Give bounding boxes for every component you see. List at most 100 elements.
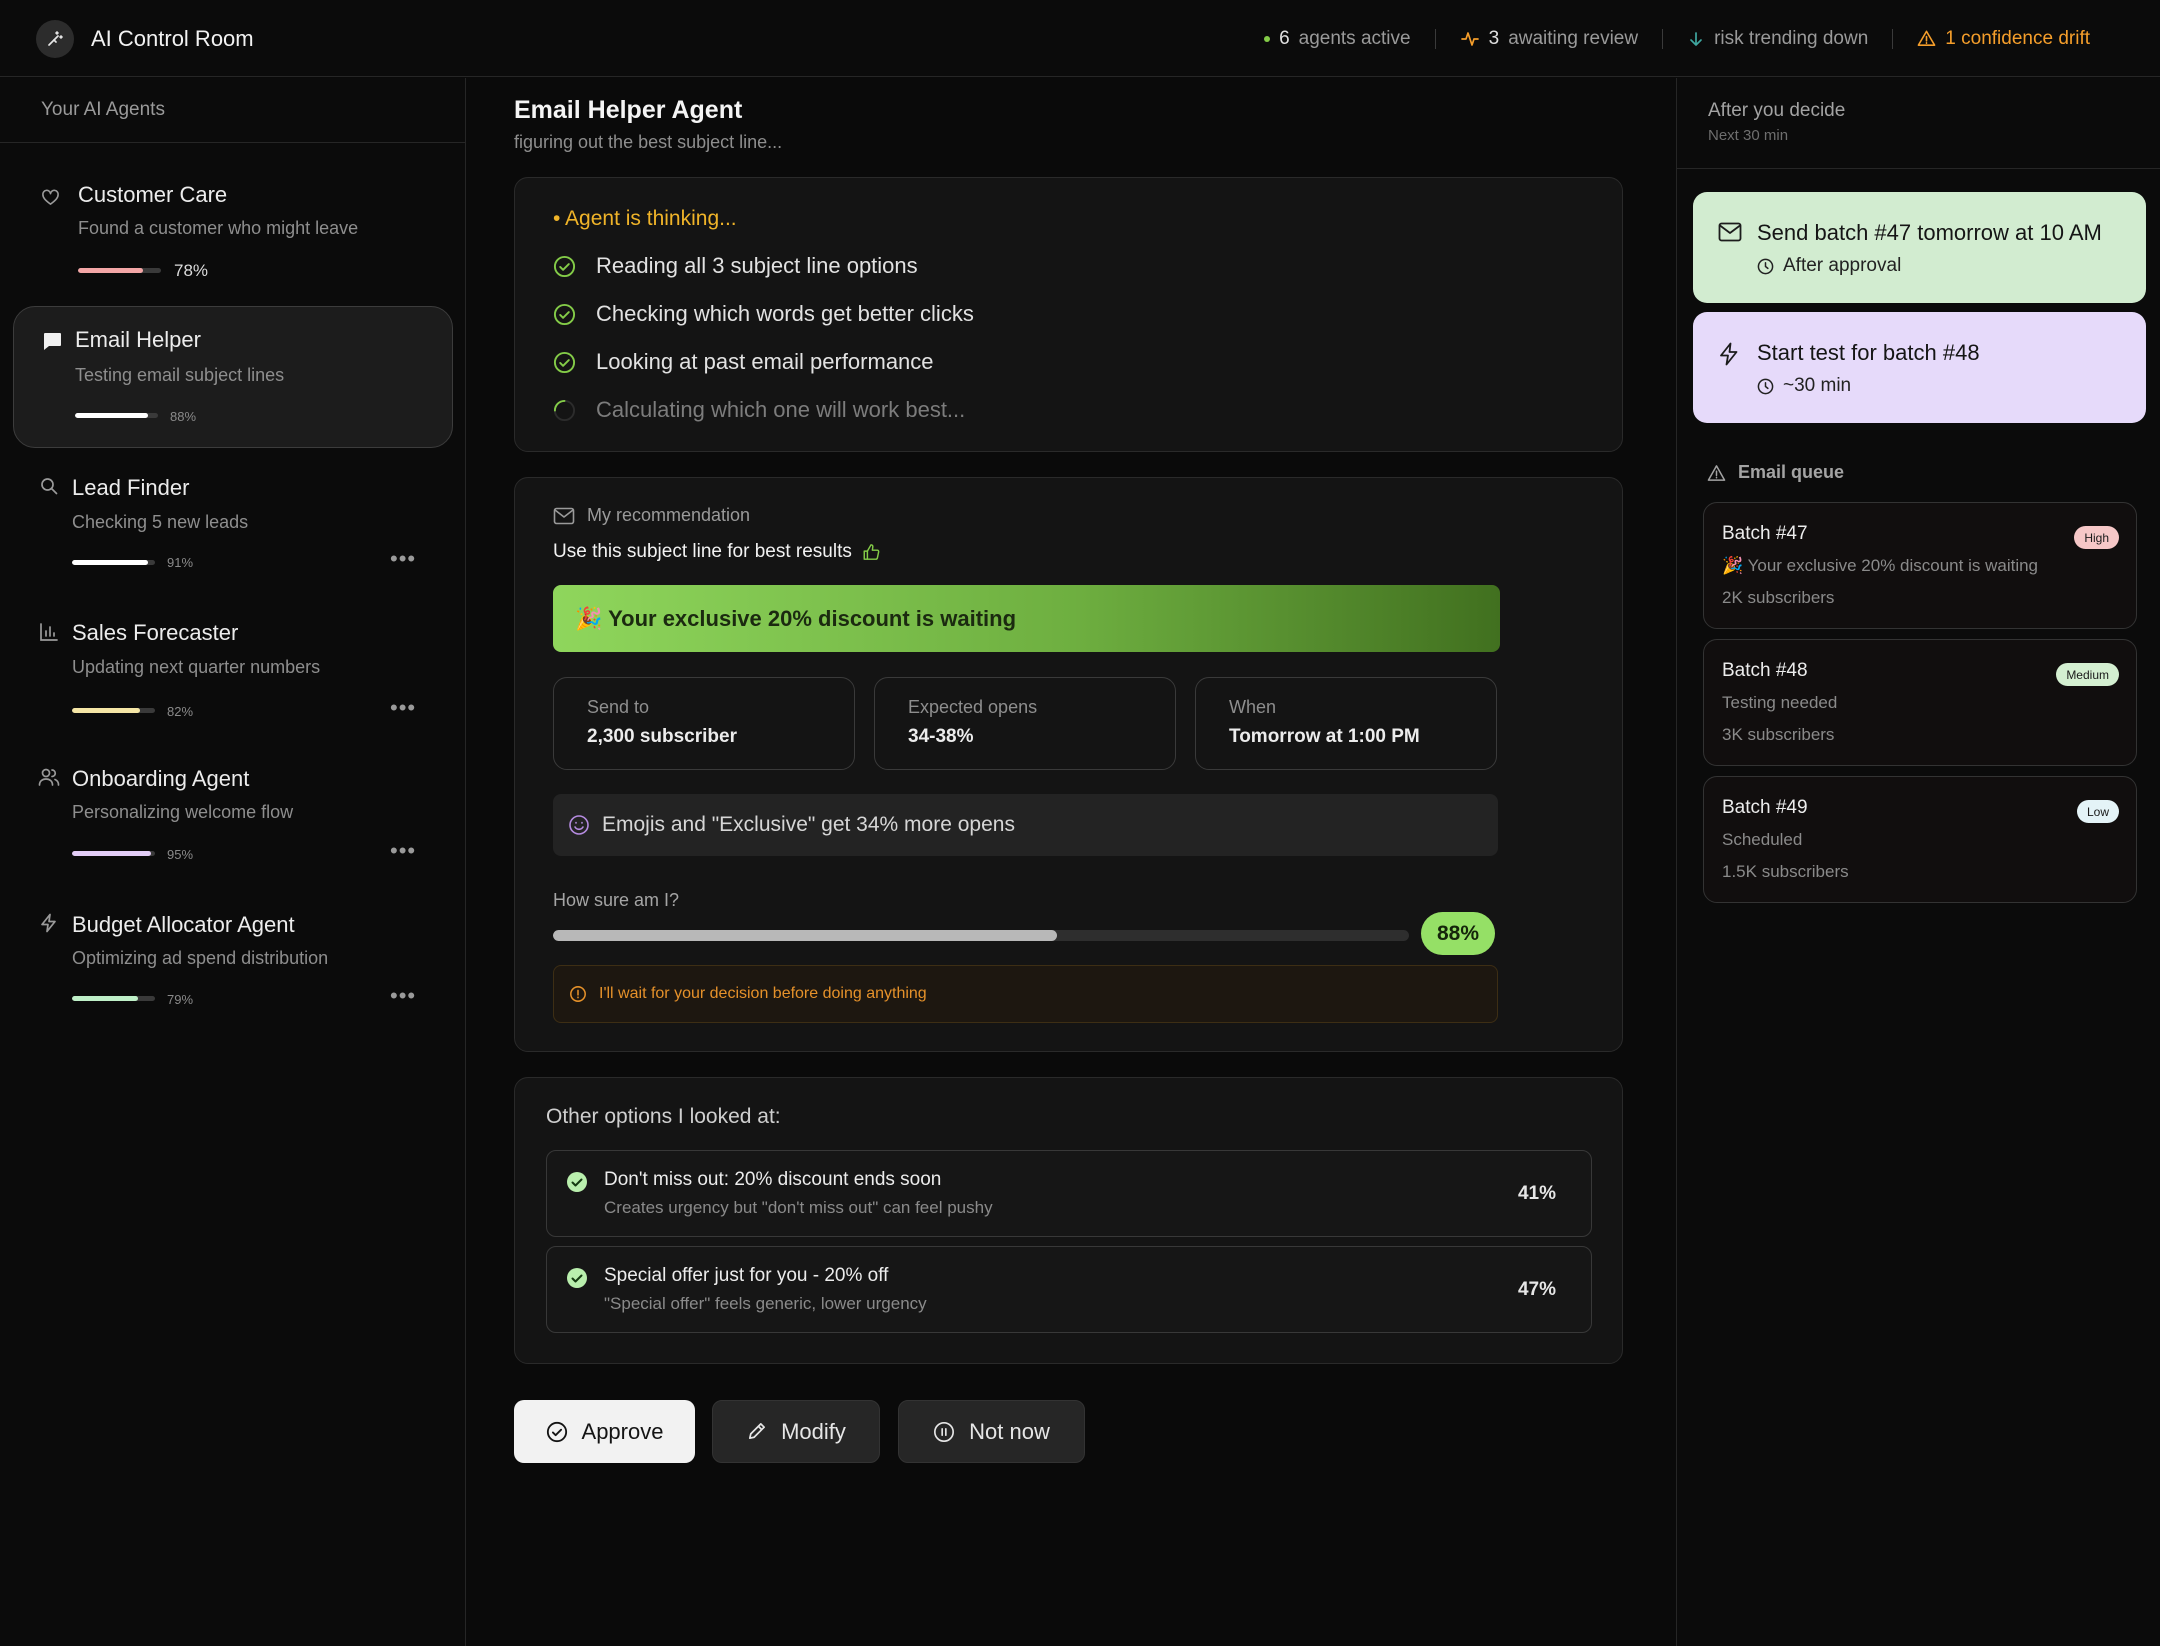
agent-status: Personalizing welcome flow — [72, 802, 294, 822]
thumbs-up-icon — [862, 543, 880, 561]
recommendation-heading-text: Use this subject line for best results — [553, 541, 852, 562]
batch-subscribers: 1.5K subscribers — [1722, 862, 1849, 881]
thinking-panel: • Agent is thinking... Reading all 3 sub… — [514, 177, 1623, 452]
recommendation-label-text: My recommendation — [587, 505, 751, 525]
queue-item[interactable]: Batch #48 Medium Testing needed 3K subsc… — [1703, 639, 2137, 766]
stat-confidence-drift[interactable]: 1 confidence drift — [1917, 28, 2090, 50]
agent-progress-fill — [72, 996, 138, 1001]
thinking-step: Looking at past email performance — [553, 349, 934, 375]
users-icon — [38, 767, 60, 787]
send-to-card: Send to 2,300 subscriber — [553, 677, 855, 770]
option-score: 47% — [1517, 1279, 1556, 1300]
not-now-button[interactable]: Not now — [898, 1400, 1085, 1463]
queue-item[interactable]: Batch #47 High 🎉 Your exclusive 20% disc… — [1703, 502, 2137, 629]
confidence-bar-fill — [553, 930, 1057, 941]
recommendation-panel: My recommendation Use this subject line … — [514, 477, 1623, 1052]
recommendation-label: My recommendation — [553, 505, 750, 526]
thinking-step-text: Checking which words get better clicks — [596, 301, 974, 326]
action-meta: After approval — [1757, 255, 1901, 277]
agent-progress-fill — [75, 413, 149, 418]
bolt-icon — [1718, 342, 1740, 366]
clock-icon — [1757, 258, 1774, 275]
mail-icon — [1718, 222, 1742, 242]
thinking-step: Checking which words get better clicks — [553, 301, 974, 327]
app-logo[interactable] — [36, 20, 74, 58]
agents-active-label: agents active — [1298, 27, 1411, 49]
agent-progress-fill — [72, 708, 141, 713]
queue-item[interactable]: Batch #49 Low Scheduled 1.5K subscribers — [1703, 776, 2137, 903]
scheduled-action-test[interactable]: Start test for batch #48 ~30 min — [1693, 312, 2146, 423]
bar-chart-icon — [39, 622, 59, 642]
status-summary: 6 agents active 3 awaiting review risk t… — [1264, 0, 2090, 77]
scheduled-action-send[interactable]: Send batch #47 tomorrow at 10 AM After a… — [1693, 192, 2146, 303]
agent-progress-fill — [72, 560, 148, 565]
agent-name: Customer Care — [78, 182, 228, 207]
modify-button[interactable]: Modify — [712, 1400, 880, 1463]
agent-status: Checking 5 new leads — [72, 512, 249, 532]
search-icon — [39, 476, 59, 496]
agent-progress-percent: 79% — [167, 992, 194, 1007]
option-title: Don't miss out: 20% discount ends soon — [604, 1169, 942, 1190]
confidence-label: How sure am I? — [553, 890, 680, 910]
send-to-label: Send to — [587, 697, 650, 717]
email-queue-heading: Email queue — [1707, 462, 1844, 483]
more-options-icon[interactable]: ••• — [390, 548, 416, 570]
expected-opens-label: Expected opens — [908, 697, 1038, 717]
alternative-option[interactable]: Special offer just for you - 20% off "Sp… — [546, 1246, 1592, 1333]
option-score: 41% — [1517, 1183, 1556, 1204]
approve-button[interactable]: Approve — [514, 1400, 695, 1463]
agent-status: Found a customer who might leave — [78, 218, 359, 238]
stat-awaiting-review[interactable]: 3 awaiting review — [1460, 28, 1638, 50]
mail-icon — [553, 507, 575, 525]
agents-active-count: 6 — [1279, 27, 1290, 49]
clock-icon — [1757, 378, 1774, 395]
batch-name: Batch #48 — [1722, 660, 1808, 681]
agent-progress-percent: 91% — [167, 555, 194, 570]
sidebar-item-onboarding-agent[interactable] — [13, 750, 453, 850]
page-title: Email Helper Agent — [514, 96, 743, 124]
thinking-step: Reading all 3 subject line options — [553, 253, 918, 279]
sidebar-item-sales-forecaster[interactable] — [13, 604, 453, 704]
modify-label: Modify — [781, 1418, 846, 1444]
action-meta-text: ~30 min — [1783, 375, 1852, 396]
bolt-icon — [39, 913, 59, 933]
pause-circle-icon — [933, 1421, 955, 1443]
warning-triangle-icon — [1707, 464, 1726, 482]
option-title: Special offer just for you - 20% off — [604, 1265, 889, 1286]
wait-notice-text: I'll wait for your decision before doing… — [599, 985, 927, 1002]
sidebar-item-budget-allocator[interactable] — [13, 896, 453, 996]
priority-badge: Low — [2076, 800, 2119, 823]
stat-risk-trend[interactable]: risk trending down — [1687, 28, 1868, 50]
divider — [1434, 28, 1436, 49]
top-bar: AI Control Room 6 agents active 3 awaiti… — [0, 0, 2160, 77]
awaiting-review-count: 3 — [1488, 27, 1500, 49]
other-options-title: Other options I looked at: — [546, 1105, 781, 1128]
arrow-down-icon — [1687, 30, 1705, 48]
app-title: AI Control Room — [91, 26, 254, 51]
recommended-subject-line[interactable]: 🎉 Your exclusive 20% discount is waiting — [553, 585, 1500, 652]
agent-status: Testing email subject lines — [75, 365, 285, 385]
confidence-drift-label: 1 confidence drift — [1945, 27, 2090, 49]
divider — [1892, 28, 1894, 49]
alternative-option[interactable]: Don't miss out: 20% discount ends soon C… — [546, 1150, 1592, 1237]
more-options-icon[interactable]: ••• — [390, 697, 416, 719]
batch-subject: 🎉 Your exclusive 20% discount is waiting — [1722, 556, 2039, 575]
agent-progress-percent: 95% — [167, 847, 194, 862]
check-circle-icon — [553, 255, 576, 278]
loading-spinner-icon — [553, 399, 576, 422]
chat-bubble-icon — [41, 330, 63, 352]
agent-status: Optimizing ad spend distribution — [72, 948, 329, 968]
send-time-card: When Tomorrow at 1:00 PM — [1195, 677, 1497, 770]
more-options-icon[interactable]: ••• — [390, 840, 416, 862]
wand-icon — [45, 29, 65, 49]
send-time-label: When — [1229, 697, 1277, 717]
sidebar-item-lead-finder[interactable] — [13, 458, 453, 558]
agent-progress-bar — [78, 268, 161, 273]
agent-progress-bar — [72, 851, 155, 856]
check-circle-icon — [553, 351, 576, 374]
next-steps-title: After you decide — [1708, 100, 1846, 121]
more-options-icon[interactable]: ••• — [390, 985, 416, 1007]
expected-opens-value: 34-38% — [908, 726, 974, 747]
agent-status: Updating next quarter numbers — [72, 657, 321, 677]
action-meta: ~30 min — [1757, 375, 1851, 397]
